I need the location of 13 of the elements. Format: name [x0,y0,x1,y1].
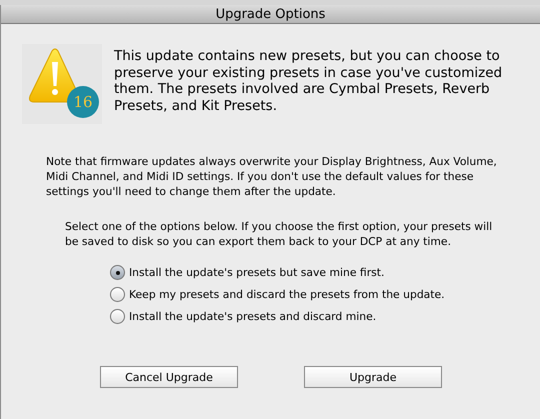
radio-button[interactable] [110,287,125,302]
radio-option[interactable]: Keep my presets and discard the presets from the update. [110,287,540,302]
radio-option[interactable]: Install the update's presets and discard mine. [110,309,540,324]
radio-button[interactable] [110,309,125,324]
instruction-text: Select one of the options below. If you choose the first option, your presets will be saved to disk so you can export them back to your DCP at any time. [65,219,494,249]
upgrade-button[interactable]: Upgrade [304,366,442,388]
cancel-button[interactable]: Cancel Upgrade [100,366,238,388]
alert-message: This update contains new presets, but you can choose to preserve your existing presets in case you've customized them. The presets involved are Cymbal Presets, Reverb Presets, and Kit Presets. [114,48,504,114]
window-title: Upgrade Options [216,6,326,22]
note-text: Note that firmware updates always overwrite your Display Brightness, Aux Volume, Midi Channel, and Midi ID settings. If you don't use the default values for these settings you'll need to change them after the update. [46,154,498,199]
radio-option[interactable]: Install the update's presets but save mine first. [110,265,540,280]
radio-button[interactable] [110,265,125,280]
version-badge: 16 [67,86,99,118]
